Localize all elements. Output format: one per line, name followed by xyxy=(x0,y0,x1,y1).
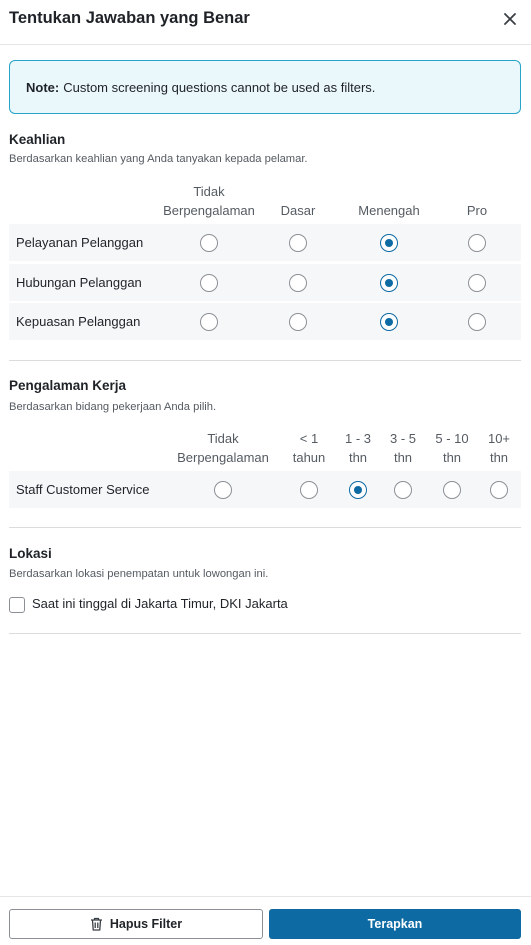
experience-column-header-line: 3 - 5 xyxy=(389,431,417,446)
experience-column-header: 10+ thn xyxy=(488,429,510,467)
experience-radio[interactable] xyxy=(443,480,461,499)
location-checkbox[interactable] xyxy=(9,597,25,613)
divider xyxy=(9,527,521,528)
experience-description: Berdasarkan bidang pekerjaan Anda pilih. xyxy=(9,401,217,413)
skills-column-header-line: Berpengalaman xyxy=(163,203,255,218)
location-title: Lokasi xyxy=(9,546,52,561)
apply-button[interactable]: Terapkan xyxy=(269,909,521,939)
skills-radio[interactable] xyxy=(289,233,307,252)
experience-radio[interactable] xyxy=(394,480,412,499)
skills-row-label: Hubungan Pelanggan xyxy=(16,275,142,290)
note-label: Note: xyxy=(26,79,60,95)
skills-row: Kepuasan Pelanggan xyxy=(9,303,521,340)
skills-column-header-line: Pro xyxy=(466,203,488,218)
skills-row: Pelayanan Pelanggan xyxy=(9,224,521,261)
clear-filter-label: Hapus Filter xyxy=(109,917,183,931)
experience-column-header-line: 5 - 10 xyxy=(435,431,469,446)
experience-title: Pengalaman Kerja xyxy=(9,378,127,393)
skills-radio[interactable] xyxy=(200,233,218,252)
experience-column-header: 5 - 10 thn xyxy=(435,429,468,467)
experience-column-header-line: Tidak xyxy=(207,431,239,446)
note-banner: Note: Custom screening questions cannot … xyxy=(9,60,521,114)
dialog-footer: Hapus Filter Terapkan xyxy=(0,896,531,945)
experience-radio[interactable] xyxy=(214,480,232,499)
divider xyxy=(9,360,521,361)
skills-radio[interactable] xyxy=(289,273,307,292)
close-icon xyxy=(504,13,516,25)
experience-column-header-line: < 1 xyxy=(299,431,319,446)
skills-radio[interactable] xyxy=(380,312,398,331)
skills-title: Keahlian xyxy=(9,132,66,147)
experience-column-header: 3 - 5 thn xyxy=(390,429,416,467)
skills-description: Berdasarkan keahlian yang Anda tanyakan … xyxy=(9,153,308,165)
dialog-header: Tentukan Jawaban yang Benar xyxy=(0,0,531,45)
skills-column-header: Pro xyxy=(467,201,487,220)
clear-filter-button[interactable]: Hapus Filter xyxy=(9,909,263,939)
skills-row-label: Kepuasan Pelanggan xyxy=(16,314,141,329)
skills-row: Hubungan Pelanggan xyxy=(9,264,521,301)
location-checkbox-label[interactable]: Saat ini tinggal di Jakarta Timur, DKI J… xyxy=(32,596,288,611)
skills-radio[interactable] xyxy=(380,233,398,252)
skills-column-header: Tidak Berpengalaman xyxy=(163,182,255,220)
experience-column-header-line: Berpengalaman xyxy=(177,450,269,465)
location-description: Berdasarkan lokasi penempatan untuk lowo… xyxy=(9,568,269,580)
skills-column-header: Dasar xyxy=(281,201,316,220)
note-text: Custom screening questions cannot be use… xyxy=(63,79,376,95)
skills-radio[interactable] xyxy=(468,233,486,252)
experience-column-header: < 1 tahun xyxy=(293,429,326,467)
divider xyxy=(9,633,521,634)
experience-column-header-line: tahun xyxy=(292,450,326,465)
skills-column-header-line: Tidak xyxy=(193,184,225,199)
skills-radio[interactable] xyxy=(468,273,486,292)
trash-icon xyxy=(90,917,102,931)
skills-radio[interactable] xyxy=(200,273,218,292)
experience-column-header-line: thn xyxy=(393,450,413,465)
skills-radio[interactable] xyxy=(289,312,307,331)
experience-column-header: 1 - 3 thn xyxy=(345,429,371,467)
experience-column-header-line: 1 - 3 xyxy=(344,431,372,446)
experience-row: Staff Customer Service xyxy=(9,471,521,508)
experience-radio[interactable] xyxy=(300,480,318,499)
skills-column-header-line: Dasar xyxy=(280,203,316,218)
skills-column-header: Menengah xyxy=(358,201,419,220)
experience-column-header-line: 10+ xyxy=(487,431,511,446)
experience-radio[interactable] xyxy=(490,480,508,499)
experience-radio[interactable] xyxy=(349,480,367,499)
apply-label: Terapkan xyxy=(367,917,423,931)
experience-row-label: Staff Customer Service xyxy=(16,482,150,497)
experience-column-header: Tidak Berpengalaman xyxy=(177,429,269,467)
experience-column-header-line: thn xyxy=(348,450,368,465)
close-button[interactable] xyxy=(499,8,521,30)
experience-column-header-line: thn xyxy=(489,450,509,465)
skills-radio[interactable] xyxy=(468,312,486,331)
skills-row-label: Pelayanan Pelanggan xyxy=(16,235,144,250)
skills-radio[interactable] xyxy=(380,273,398,292)
dialog-title: Tentukan Jawaban yang Benar xyxy=(9,9,250,27)
skills-column-header-line: Menengah xyxy=(358,203,420,218)
experience-column-header-line: thn xyxy=(442,450,462,465)
skills-radio[interactable] xyxy=(200,312,218,331)
